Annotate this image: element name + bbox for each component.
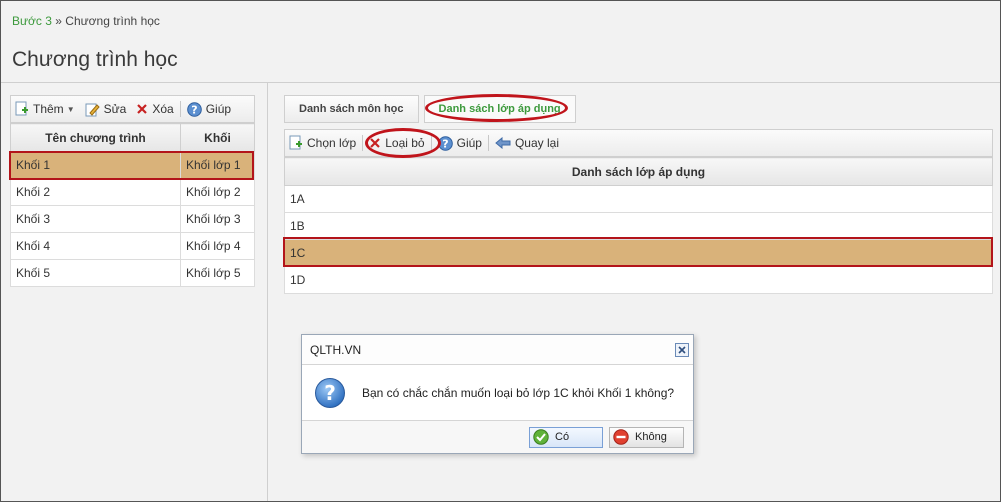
edit-label: Sửa [103,102,127,116]
cell-grade: Khối lớp 3 [180,205,255,233]
toolbar-separator [487,135,489,151]
column-header-applied-classes[interactable]: Danh sách lớp áp dụng [284,157,993,186]
selected-row-highlight [283,237,993,267]
choose-class-button[interactable]: Chọn lớp [289,135,356,151]
breadcrumb-link-step3[interactable]: Bước 3 [12,14,52,28]
page-title: Chương trình học [12,48,178,71]
table-row[interactable]: Khối 5 Khối lớp 5 [10,259,255,287]
cell-program-name: Khối 2 [10,178,181,206]
dialog-header: QLTH.VN [302,335,693,365]
help-button[interactable]: ? Giúp [437,135,482,151]
cell-program-name: Khối 3 [10,205,181,233]
dropdown-caret-icon: ▼ [66,104,75,114]
dialog-close-button[interactable] [675,343,689,357]
close-icon [678,346,686,354]
cell-class-name: 1B [284,212,993,240]
svg-text:?: ? [442,137,448,150]
column-header-program-name[interactable]: Tên chương trình [10,123,181,152]
cell-grade: Khối lớp 5 [180,259,255,287]
arrow-left-icon [495,137,511,149]
annotation-circle-remove [365,128,441,158]
panel-divider [267,83,268,501]
no-button[interactable]: Không [609,426,684,448]
svg-text:?: ? [191,103,197,116]
no-label: Không [635,431,667,443]
delete-button[interactable]: Xóa [136,102,174,116]
table-row[interactable]: 1A [284,185,993,213]
table-row[interactable]: 1D [284,266,993,294]
question-icon: ? [315,377,345,408]
cell-grade: Khối lớp 4 [180,232,255,260]
add-icon [289,135,302,150]
selected-row-highlight [9,151,254,180]
program-toolbar: Thêm ▼ Sửa Xóa ? Giúp [10,95,255,123]
yes-label: Có [555,431,570,443]
dialog-title: QLTH.VN [310,342,362,357]
toolbar-separator [362,135,364,151]
help-label: Giúp [205,102,232,116]
header-divider [1,82,1000,83]
table-row[interactable]: Khối 4 Khối lớp 4 [10,232,255,260]
program-table: Tên chương trình Khối Khối 1 Khối lớp 1 K… [10,123,255,287]
cell-program-name: Khối 4 [10,232,181,260]
tab-subject-list[interactable]: Danh sách môn học [284,95,419,123]
add-label: Thêm [33,102,64,116]
annotation-circle-tab [425,94,568,122]
add-icon [15,101,28,116]
program-panel: Thêm ▼ Sửa Xóa ? Giúp Tên chương trình Kh… [10,95,255,287]
back-button[interactable]: Quay lại [495,136,559,150]
dialog-body: ? Bạn có chắc chắn muốn loại bỏ lớp 1C k… [302,365,693,421]
table-row[interactable]: Khối 2 Khối lớp 2 [10,178,255,206]
table-row[interactable]: 1B [284,212,993,240]
table-header-row: Tên chương trình Khối [10,123,255,152]
back-label: Quay lại [514,136,559,150]
table-header-row: Danh sách lớp áp dụng [284,157,993,186]
breadcrumb-current: Chương trình học [65,14,160,28]
cell-program-name: Khối 5 [10,259,181,287]
confirm-dialog: QLTH.VN ? Bạn có chắc chắn muốn loại bỏ … [301,334,694,454]
yes-button[interactable]: Có [529,426,603,448]
help-icon: ? [186,101,202,117]
edit-icon [85,103,100,116]
cancel-icon [613,429,629,445]
delete-icon [137,104,148,114]
applied-class-table: Danh sách lớp áp dụng 1A 1B 1C 1D [284,157,993,294]
dialog-footer: Có Không [302,421,693,453]
choose-class-label: Chọn lớp [307,136,357,150]
edit-button[interactable]: Sửa [85,102,127,117]
check-icon [533,429,549,445]
cell-class-name: 1D [284,266,993,294]
delete-label: Xóa [152,102,174,116]
dialog-message: Bạn có chắc chắn muốn loại bỏ lớp 1C khỏ… [362,385,675,400]
column-header-grade[interactable]: Khối [180,123,255,152]
breadcrumb-separator: » [55,14,62,28]
help-label: Giúp [456,136,482,150]
cell-class-name: 1A [284,185,993,213]
breadcrumb: Bước 3 » Chương trình học [12,14,160,28]
table-row[interactable]: Khối 3 Khối lớp 3 [10,205,255,233]
add-button[interactable]: Thêm ▼ [15,101,75,117]
cell-grade: Khối lớp 2 [180,178,255,206]
help-button[interactable]: ? Giúp [186,101,232,117]
svg-text:?: ? [324,381,336,405]
toolbar-separator [179,101,181,117]
